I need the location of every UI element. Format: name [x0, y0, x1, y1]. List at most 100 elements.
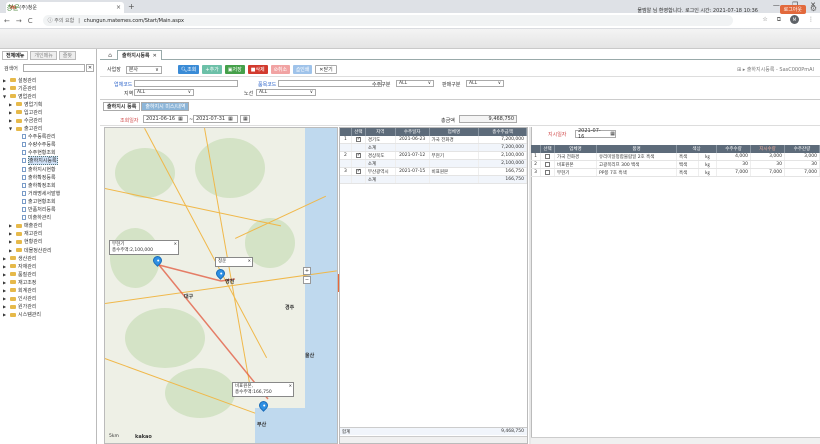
collapse-icon[interactable]: ▼ — [3, 94, 8, 99]
expand-icon[interactable]: ▶ — [9, 231, 14, 236]
sidebar-item[interactable]: ▶ 품질관리 — [3, 270, 95, 278]
close-button[interactable]: ✕ 닫기 — [315, 65, 337, 74]
expand-icon[interactable]: ▶ — [3, 288, 8, 293]
sidebar-tab-favorites[interactable]: 즐찾 — [58, 51, 77, 60]
sidebar-item[interactable]: ▶ 설정관리 — [3, 76, 95, 84]
close-popup-icon[interactable]: ✕ — [289, 383, 292, 389]
row-checkbox[interactable] — [355, 153, 361, 158]
back-icon[interactable]: ← — [4, 17, 10, 25]
expand-icon[interactable]: ▶ — [3, 256, 8, 261]
date-from-input[interactable]: 2021-06-16 ▦ — [143, 115, 188, 123]
browser-tab[interactable]: m (주)청운 × — [6, 2, 124, 13]
print-button[interactable]: ⎙ 인쇄 — [293, 65, 313, 74]
sidebar-item[interactable]: ▶ 기준관리 — [3, 84, 95, 92]
extensions-icon[interactable]: ⧉ — [777, 16, 781, 24]
region-select[interactable]: ALL ∨ — [134, 89, 194, 96]
table-row[interactable]: 2 경상북도2021-07-12부현기2,100,000 — [340, 152, 527, 160]
zoom-in-icon[interactable]: + — [303, 267, 311, 275]
expand-icon[interactable]: ▶ — [9, 223, 14, 228]
logout-button[interactable]: 로그아웃 — [779, 5, 806, 14]
sidebar-tab-all[interactable]: 전체메뉴 — [2, 51, 29, 60]
expand-icon[interactable]: ▶ — [3, 86, 8, 91]
url-field[interactable]: ⓘ 주의 요함 | chungun.matemes.com/Start/Main… — [42, 15, 733, 26]
sidebar-item[interactable]: ▶ 영업기획 — [3, 100, 95, 108]
sidebar-item[interactable]: ▼ 출고관리 — [3, 125, 95, 133]
minimize-icon[interactable]: — — [773, 1, 780, 9]
cancel-button[interactable]: ⊘ 취소 — [270, 65, 291, 74]
close-tab-icon[interactable]: × — [116, 4, 124, 11]
expand-icon[interactable]: ▶ — [3, 264, 8, 269]
sidebar-item[interactable]: ▶ 재고조정 — [3, 278, 95, 286]
profile-avatar[interactable]: M — [790, 15, 799, 24]
sidebar-item[interactable]: ▶ 생산관리 — [3, 254, 95, 262]
sidebar-item[interactable]: 출하확정조회 — [3, 181, 95, 189]
delete-button[interactable]: ■ 삭제 — [247, 65, 268, 74]
horizontal-scrollbar[interactable] — [340, 436, 527, 443]
row-checkbox[interactable] — [545, 162, 550, 167]
search-button[interactable]: 🔍︎ 조회 — [177, 65, 200, 74]
sidebar-item[interactable]: ▶ 수금관리 — [3, 116, 95, 124]
sidebar-search-input[interactable] — [23, 64, 85, 72]
table-row[interactable]: 1 경기도2021-06-23가국 전화경7,200,000 — [340, 136, 527, 144]
sidebar-item[interactable]: ▶ 회계관리 — [3, 286, 95, 294]
site-select[interactable]: 본사 ∨ — [125, 65, 162, 74]
order-type-select[interactable]: ALL ∨ — [396, 80, 434, 87]
table-row[interactable]: 3 부현기 PP봉 7호 흑색 흑색 ㎏ 7,000 7,000 7,000 — [531, 169, 820, 177]
close-popup-icon[interactable]: ✕ — [174, 241, 177, 247]
customer-code-input[interactable] — [134, 80, 238, 87]
sidebar-item[interactable]: 반품처리등록 — [3, 206, 95, 214]
sidebar-item[interactable]: 출하확정등록 — [3, 173, 95, 181]
row-checkbox[interactable] — [545, 170, 550, 175]
calendar-icon[interactable]: ▦ — [178, 116, 183, 122]
row-checkbox[interactable] — [355, 169, 361, 174]
route-map[interactable]: 대구 영천 부산 울산 경주 부현기 총수주액:2,100,000 ✕ 청운 ✕… — [104, 127, 338, 444]
collapse-icon[interactable]: ▼ — [9, 126, 14, 131]
add-button[interactable]: + 추가 — [202, 65, 222, 74]
expand-icon[interactable]: ▶ — [3, 272, 8, 277]
tab-shipping-history[interactable]: 출하지시 미스/내역 — [141, 102, 190, 111]
horizontal-scrollbar[interactable] — [531, 437, 820, 444]
reload-icon[interactable]: C — [28, 17, 33, 25]
sidebar-item[interactable]: ▶ 인사관리 — [3, 295, 95, 303]
instruction-date-input[interactable]: 2021-07-16 ▦ — [575, 128, 616, 140]
tab-shipping-order[interactable]: 출하지시등록 ✕ — [117, 50, 162, 60]
security-indicator[interactable]: ⓘ 주의 요함 — [48, 17, 75, 24]
sidebar-item[interactable]: 거래명세서발행 — [3, 189, 95, 197]
sales-type-select[interactable]: ALL ∨ — [466, 80, 504, 87]
expand-icon[interactable]: ▶ — [3, 296, 8, 301]
sidebar-item[interactable]: ▶ 재고관리 — [3, 230, 95, 238]
calendar-icon[interactable]: ▦ — [610, 131, 615, 137]
save-button[interactable]: ▣ 저장 — [224, 65, 245, 74]
clear-search-icon[interactable]: ✕ — [86, 64, 94, 72]
table-row[interactable]: 3 부산광역시2021-07-15비표원본166,750 — [340, 168, 527, 176]
sidebar-item[interactable]: 수주등록관리 — [3, 133, 95, 141]
expand-icon[interactable]: ▶ — [3, 304, 8, 309]
expand-icon[interactable]: ▶ — [9, 102, 14, 107]
browser-menu-icon[interactable]: ⋮ — [808, 16, 814, 23]
sidebar-item[interactable]: ▶ 시스템관리 — [3, 311, 95, 319]
expand-icon[interactable]: ▶ — [9, 110, 14, 115]
sidebar-item[interactable]: 출하지시등록 — [3, 156, 95, 166]
calendar-icon[interactable]: ▦ — [228, 116, 233, 122]
expand-icon[interactable]: ▶ — [3, 280, 8, 285]
expand-icon[interactable]: ▶ — [3, 78, 8, 83]
row-checkbox[interactable] — [355, 137, 361, 142]
tab-shipping-register[interactable]: 출하지시 등록 — [103, 102, 141, 111]
product-code-input[interactable] — [278, 80, 382, 87]
sidebar-item[interactable]: 출고현황조회 — [3, 197, 95, 205]
gear-icon[interactable]: ⚙ — [810, 4, 817, 13]
sidebar-item[interactable]: 수량수주등록 — [3, 141, 95, 149]
table-row[interactable]: 2 비표원본 고광목리프 300 백색 백색 ㎏ 30 30 30 — [531, 161, 820, 169]
sidebar-item[interactable]: ▶ 현황관리 — [3, 238, 95, 246]
close-popup-icon[interactable]: ✕ — [248, 258, 251, 264]
expand-icon[interactable]: ▶ — [9, 248, 14, 253]
sidebar-item[interactable]: ▶ 원가관리 — [3, 303, 95, 311]
sidebar-tab-personal[interactable]: 개인메뉴 — [30, 51, 57, 60]
expand-icon[interactable]: ▶ — [3, 312, 8, 317]
new-tab-icon[interactable]: + — [128, 2, 135, 11]
sidebar-item[interactable]: 미출하관리 — [3, 214, 95, 222]
bookmark-star-icon[interactable]: ☆ — [762, 16, 767, 23]
sidebar-item[interactable]: ▼ 영업관리 — [3, 92, 95, 100]
forward-icon[interactable]: → — [16, 17, 22, 25]
home-icon[interactable]: ⌂ — [104, 50, 116, 60]
